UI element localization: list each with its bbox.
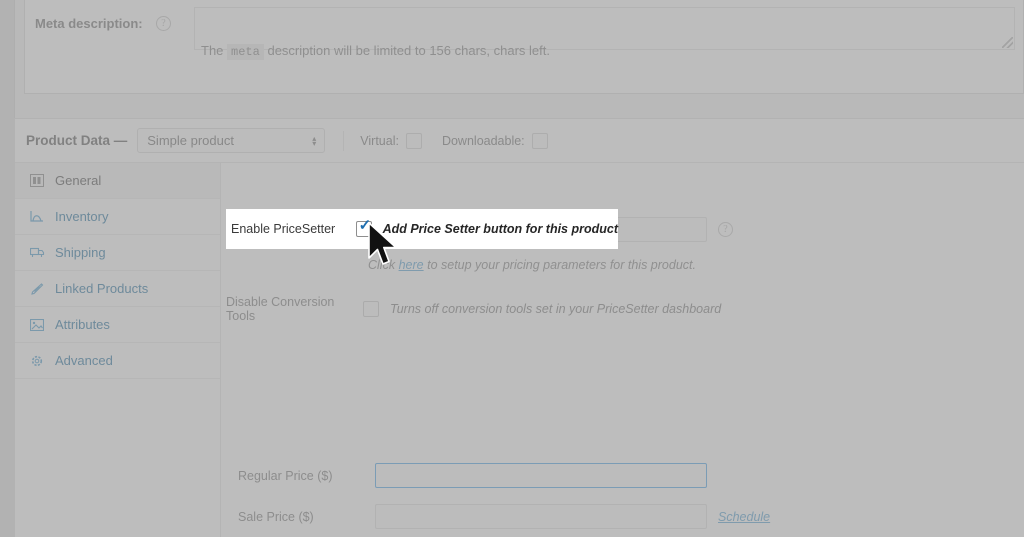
wordpress-product-edit-screen: Meta description: ? The meta description…	[0, 0, 1024, 537]
tab-general[interactable]: General	[15, 163, 220, 199]
schedule-link[interactable]: Schedule	[718, 510, 770, 524]
product-type-value: Simple product	[147, 133, 234, 148]
advanced-gear-icon	[29, 353, 45, 369]
disable-conversion-tools-checkbox[interactable]	[363, 301, 379, 317]
link-pencil-icon	[29, 281, 45, 297]
tab-linked-products-label: Linked Products	[55, 281, 149, 296]
product-data-header: Product Data — Simple product ▴ ▾ Virtual…	[15, 119, 1024, 163]
question-mark-icon[interactable]: ?	[718, 222, 733, 237]
disable-conversion-tools-row: Disable Conversion Tools Turns off conve…	[226, 295, 721, 323]
tab-shipping-label: Shipping	[55, 245, 106, 260]
subtext-suffix: to setup your pricing parameters for thi…	[427, 258, 696, 272]
downloadable-checkbox[interactable]	[531, 132, 548, 149]
select-spinner-icon: ▴ ▾	[312, 133, 317, 148]
product-type-select[interactable]: Simple product ▴ ▾	[137, 128, 326, 153]
tab-general-label: General	[55, 173, 102, 188]
regular-price-label: Regular Price ($)	[238, 468, 333, 483]
virtual-checkbox[interactable]	[405, 132, 422, 149]
tab-attributes-label: Attributes	[55, 317, 110, 332]
shipping-truck-icon	[29, 245, 45, 261]
resize-handle-icon[interactable]	[1002, 37, 1013, 48]
general-grid-icon	[29, 173, 45, 189]
header-divider	[343, 130, 345, 151]
meta-description-hint: The meta description will be limited to …	[201, 43, 550, 60]
tab-advanced[interactable]: Advanced	[15, 343, 220, 379]
enable-pricesetter-subtext: Click here to setup your pricing paramet…	[368, 258, 696, 272]
sale-price-label: Sale Price ($)	[238, 509, 314, 524]
left-admin-rail	[0, 0, 14, 537]
tab-inventory-label: Inventory	[55, 209, 109, 224]
meta-description-label: Meta description:	[35, 16, 143, 31]
product-data-panel: Product Data — Simple product ▴ ▾ Virtual…	[14, 118, 1024, 537]
product-data-title: Product Data —	[26, 133, 128, 148]
enable-pricesetter-highlight-row: Enable PriceSetter ✓ Add Price Setter bu…	[226, 209, 618, 249]
downloadable-label: Downloadable:	[441, 133, 525, 148]
enable-pricesetter-label: Enable PriceSetter	[231, 222, 336, 236]
virtual-label: Virtual:	[360, 133, 399, 148]
tab-shipping[interactable]: Shipping	[15, 235, 220, 271]
sale-price-input[interactable]	[375, 504, 707, 529]
tab-inventory[interactable]: Inventory	[15, 199, 220, 235]
pricesetter-here-link[interactable]: here	[399, 258, 424, 272]
sale-price-row: Sale Price ($) Schedule	[238, 504, 770, 529]
tab-linked-products[interactable]: Linked Products	[15, 271, 220, 307]
attributes-image-icon	[29, 317, 45, 333]
enable-pricesetter-description: Add Price Setter button for this product	[382, 222, 618, 236]
inventory-chart-icon	[29, 209, 45, 225]
meta-hint-prefix: The	[201, 43, 224, 58]
subtext-prefix: Click	[368, 258, 396, 272]
regular-price-input[interactable]	[375, 463, 707, 488]
tab-advanced-label: Advanced	[55, 353, 113, 368]
meta-hint-suffix: description will be limited to 156 chars…	[267, 43, 550, 58]
question-mark-icon[interactable]: ?	[156, 16, 171, 31]
enable-pricesetter-checkbox[interactable]: ✓	[355, 217, 372, 237]
regular-price-row: Regular Price ($)	[238, 463, 707, 488]
disable-conversion-tools-description: Turns off conversion tools set in your P…	[390, 302, 722, 316]
tab-attributes[interactable]: Attributes	[15, 307, 220, 343]
disable-conversion-tools-label: Disable Conversion Tools	[226, 295, 335, 323]
meta-description-panel: Meta description: ? The meta description…	[24, 0, 1024, 94]
product-data-tabs: General Inventory Shipping Linked Produc…	[15, 163, 221, 537]
meta-hint-code: meta	[227, 44, 264, 60]
checkmark-icon: ✓	[358, 217, 372, 234]
